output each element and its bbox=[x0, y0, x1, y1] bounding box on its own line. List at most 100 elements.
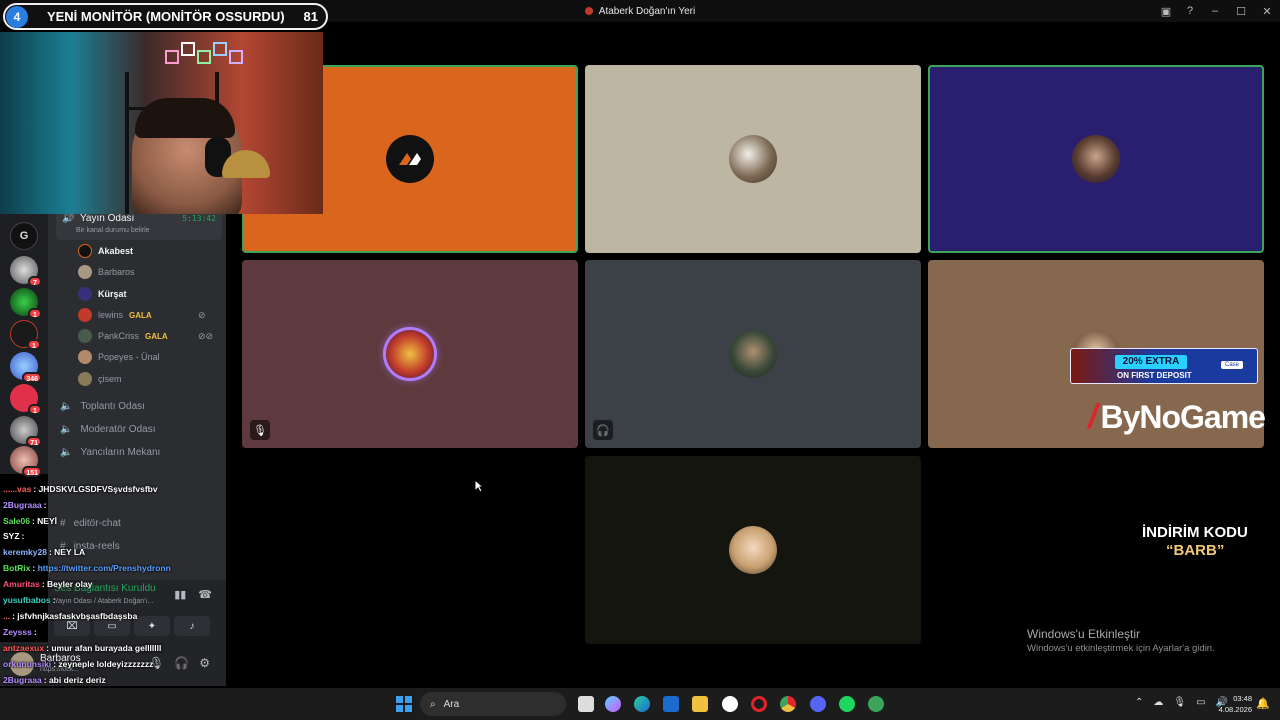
pankcriss-avatar bbox=[729, 330, 777, 378]
streamer-webcam bbox=[0, 32, 323, 214]
edge-icon[interactable] bbox=[634, 696, 650, 712]
server-icon[interactable]: 151 bbox=[10, 446, 42, 477]
server-badge: 1 bbox=[27, 339, 41, 350]
avatar bbox=[78, 287, 92, 301]
voice-member[interactable]: Kürşat bbox=[78, 285, 127, 303]
server-icon[interactable]: 1 bbox=[10, 288, 42, 319]
inbox-icon[interactable]: ▣ bbox=[1154, 5, 1178, 18]
chat-message: 2Bugraaa: bbox=[3, 500, 47, 510]
outlook-icon[interactable] bbox=[663, 696, 679, 712]
server-icon[interactable]: 1 bbox=[10, 320, 41, 350]
chat-separator: : bbox=[52, 595, 56, 605]
server-badge: 1 bbox=[28, 308, 42, 319]
chat-username[interactable]: yusufbabos bbox=[3, 595, 51, 605]
chat-username[interactable]: ... bbox=[3, 611, 10, 621]
copilot-icon[interactable] bbox=[605, 696, 621, 712]
window-controls: ▣ ? – ☐ ✕ bbox=[1154, 0, 1280, 22]
chat-username[interactable]: keremky28 bbox=[3, 547, 47, 557]
minimize-button[interactable]: – bbox=[1202, 5, 1228, 17]
voice-member[interactable]: çisem bbox=[78, 370, 122, 388]
chat-separator: : bbox=[33, 627, 37, 637]
promo-title: İNDİRİM KODU bbox=[1142, 524, 1248, 541]
stream-chat-overlay: ......vas: JHDSKVLGSDFVSşvdsfvsfbv 2Bugra… bbox=[0, 480, 230, 720]
cube-logo-icon bbox=[165, 42, 245, 72]
voice-channel-item[interactable]: 🔈 Moderatör Odası bbox=[60, 420, 156, 438]
app-icon[interactable] bbox=[868, 696, 884, 712]
voice-member[interactable]: PankCriss GALA ⊘⊘ bbox=[78, 327, 228, 345]
ad-subline: ON FIRST DEPOSIT bbox=[1117, 371, 1192, 380]
channel-status-hint[interactable]: Bir kanal durumu belirle bbox=[76, 227, 150, 234]
voice-channel-timer: 5:13:42 bbox=[182, 214, 216, 223]
close-button[interactable]: ✕ bbox=[1254, 5, 1280, 18]
chat-username[interactable]: BotRix bbox=[3, 563, 30, 573]
barbaros-avatar bbox=[729, 135, 777, 183]
shelf bbox=[125, 72, 129, 214]
chat-message: ...: jsfvhnjkasfaskvbşasfbdaşsba bbox=[3, 611, 137, 621]
window-title: Ataberk Doğan'ın Yeri bbox=[584, 6, 695, 17]
server-icon[interactable]: 346 bbox=[10, 352, 42, 383]
voice-channel-active[interactable]: 🔊 Yayın Odası 5:13:42 Bir kanal durumu b… bbox=[56, 210, 222, 240]
server-icon[interactable]: 7 bbox=[10, 256, 42, 287]
folder-icon[interactable] bbox=[692, 696, 708, 712]
chevron-up-icon[interactable]: ⌃ bbox=[1135, 697, 1143, 708]
spotify-icon[interactable] bbox=[839, 696, 855, 712]
voice-member[interactable]: Barbaros bbox=[78, 263, 135, 281]
microphone-icon[interactable]: 🎙 bbox=[1173, 697, 1186, 708]
chat-text: https://twitter.com/Prenshydronn bbox=[37, 563, 171, 573]
ad-headline: 20% EXTRA bbox=[1115, 355, 1187, 369]
chat-username[interactable]: Zeysss bbox=[3, 627, 32, 637]
server-icon[interactable]: G bbox=[10, 222, 38, 250]
windows-start-button[interactable] bbox=[396, 696, 412, 712]
chat-message: antzaexux: umur afan burayada gelllllll bbox=[3, 643, 161, 653]
opera-icon[interactable] bbox=[751, 696, 767, 712]
server-icon[interactable]: 1 bbox=[10, 384, 42, 415]
member-name: lewins bbox=[98, 310, 124, 320]
video-tile-barbaros[interactable] bbox=[585, 65, 921, 253]
chat-username[interactable]: 2Bugraaa bbox=[3, 500, 42, 510]
notification-bell-icon[interactable]: 🔔 bbox=[1256, 697, 1270, 710]
voice-channel-item[interactable]: 🔈 Toplantı Odası bbox=[60, 397, 145, 415]
chat-message: yusufbabos: bbox=[3, 595, 56, 605]
muted-icon: ⊘ bbox=[198, 309, 206, 320]
xbox-icon[interactable] bbox=[722, 696, 738, 712]
chat-username[interactable]: SYZ bbox=[3, 531, 20, 541]
akabest-logo-icon bbox=[386, 135, 434, 183]
taskbar-search[interactable]: ⌕ Ara bbox=[420, 692, 566, 716]
video-tile-kursat[interactable] bbox=[928, 65, 1264, 253]
chat-username[interactable]: 2Bugraaa bbox=[3, 675, 42, 685]
server-badge: 7 bbox=[28, 276, 42, 287]
video-tile-cisem[interactable] bbox=[585, 456, 921, 644]
file-explorer-icon[interactable] bbox=[578, 696, 594, 712]
cisem-avatar bbox=[729, 526, 777, 574]
cloud-icon[interactable]: ☁ bbox=[1153, 697, 1163, 708]
avatar bbox=[78, 244, 92, 258]
video-tile-lewins[interactable]: 🎙 bbox=[242, 260, 578, 448]
clock-time: 03:48 bbox=[1233, 694, 1252, 703]
chat-message: Sale06: NEYİ bbox=[3, 516, 57, 526]
voice-member[interactable]: lewins GALA ⊘ bbox=[78, 306, 228, 324]
chat-message: orkununsiki: zeyneple loldeyizzzzzzz bbox=[3, 659, 153, 669]
voice-member[interactable]: Popeyes - Ünal bbox=[78, 348, 160, 366]
chat-message: 2Bugraaa: abi deriz deriz bbox=[3, 675, 106, 685]
maximize-button[interactable]: ☐ bbox=[1228, 5, 1254, 18]
discord-icon[interactable] bbox=[810, 696, 826, 712]
chrome-icon[interactable] bbox=[780, 696, 796, 712]
kursat-avatar bbox=[1072, 135, 1120, 183]
avatar bbox=[78, 329, 92, 343]
voice-member[interactable]: Akabest bbox=[78, 242, 133, 260]
chat-username[interactable]: orkununsiki bbox=[3, 659, 51, 669]
taskbar-clock[interactable]: 03:48 4.08.2026 bbox=[1219, 693, 1252, 715]
speaker-icon: 🔈 bbox=[60, 423, 73, 435]
chat-username[interactable]: antzaexux bbox=[3, 643, 44, 653]
server-icon[interactable]: 71 bbox=[10, 416, 42, 447]
streamer-hair bbox=[135, 98, 235, 138]
video-tile-pankcriss[interactable]: 🎧 bbox=[585, 260, 921, 448]
network-icon[interactable]: ▭ bbox=[1196, 697, 1205, 708]
chat-username[interactable]: Sale06 bbox=[3, 516, 30, 526]
chat-message: BotRix: https://twitter.com/Prenshydronn bbox=[3, 563, 171, 573]
chat-username[interactable]: ......vas bbox=[3, 484, 31, 494]
help-icon[interactable]: ? bbox=[1178, 5, 1202, 17]
chat-username[interactable]: Amuritas bbox=[3, 579, 40, 589]
member-tag: GALA bbox=[145, 331, 168, 341]
voice-channel-item[interactable]: 🔈 Yancıların Mekanı bbox=[60, 443, 160, 461]
